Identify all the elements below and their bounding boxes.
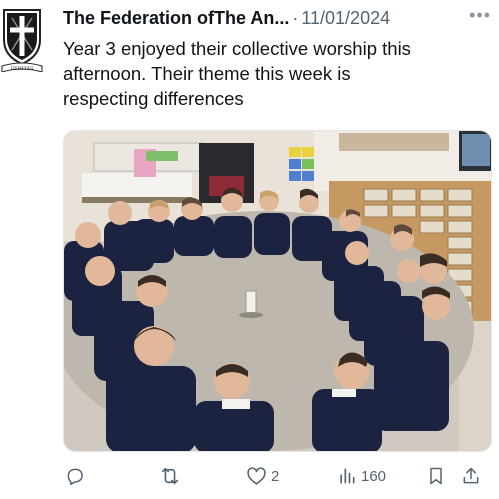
share-button[interactable]	[461, 462, 481, 490]
author-name[interactable]: The Federation ofThe An...	[63, 8, 289, 29]
school-crest-icon: VERITAS	[1, 9, 43, 72]
like-button[interactable]: 2	[246, 462, 279, 490]
tweet-text-line: afternoon. Their theme this week is	[63, 63, 351, 84]
more-options-button[interactable]: •••	[469, 6, 491, 26]
views-icon	[340, 468, 355, 484]
share-icon	[463, 467, 479, 484]
bookmark-button[interactable]	[427, 462, 445, 490]
classroom-photo	[64, 131, 491, 451]
like-count: 2	[271, 467, 280, 485]
tweet-text: Year 3 enjoyed their collective worship …	[63, 36, 493, 111]
separator-dot: ·	[292, 7, 299, 28]
views-button[interactable]: 160	[337, 462, 386, 490]
tweet-text-line: respecting differences	[63, 88, 244, 109]
action-bar: 2 160	[63, 462, 491, 490]
views-count: 160	[361, 467, 387, 485]
tweet-photo[interactable]	[63, 130, 492, 452]
bookmark-icon	[430, 467, 442, 485]
retweet-button[interactable]	[159, 462, 185, 490]
tweet: VERITAS The Federation ofThe An... · 11/…	[0, 0, 499, 499]
avatar[interactable]: VERITAS	[0, 6, 44, 72]
retweet-icon	[161, 467, 179, 485]
heart-icon	[247, 467, 266, 485]
reply-icon	[67, 468, 83, 486]
tweet-header: The Federation ofThe An... · 11/01/2024 …	[63, 6, 491, 30]
tweet-text-line: Year 3 enjoyed their collective worship …	[63, 38, 411, 59]
tweet-date[interactable]: 11/01/2024	[301, 8, 390, 29]
svg-text:VERITAS: VERITAS	[9, 66, 34, 72]
reply-button[interactable]	[65, 462, 89, 490]
